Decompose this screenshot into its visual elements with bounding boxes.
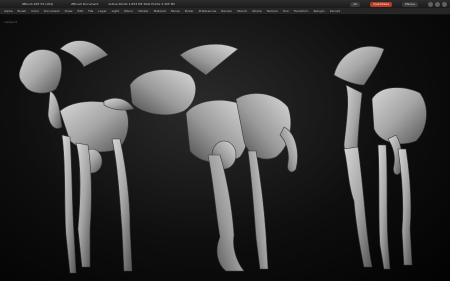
document-title: ZBrush Document [71,2,99,6]
menu-edit[interactable]: Edit [77,9,83,13]
menu-light[interactable]: Light [112,9,120,13]
menu-transform[interactable]: Transform [294,9,309,13]
menu-document[interactable]: Document [44,9,60,13]
sculpt-render [18,40,427,274]
menu-draw[interactable]: Draw [65,9,73,13]
creature-right-view [333,45,427,270]
menu-zscript[interactable]: Zscript [330,9,340,13]
menu-tool[interactable]: Tool [283,9,289,13]
maximize-icon[interactable] [435,1,440,7]
menus-button[interactable]: Menus [402,1,418,7]
menu-stroke[interactable]: Stroke [252,9,262,13]
quicksave-button[interactable]: QuickSave [370,1,393,7]
menu-alpha[interactable]: Alpha [4,9,13,13]
menu-layer[interactable]: Layer [98,9,106,13]
menu-zplugin[interactable]: Zplugin [313,9,324,13]
menu-stencil[interactable]: Stencil [237,9,247,13]
viewport-canvas[interactable]: viewport [0,15,450,281]
points-info: Active Points 1.653 Mil Total Points 3.3… [108,2,176,6]
ac-badge[interactable]: AC [350,1,361,7]
menu-preferences[interactable]: Preferences [199,9,217,13]
menu-marker[interactable]: Marker [138,9,148,13]
menu-movie[interactable]: Movie [171,9,180,13]
menu-material[interactable]: Material [154,9,166,13]
menu-bar: Alpha Brush Color Document Draw Edit Fil… [0,8,450,15]
app-title: ZBrush 4R7 P3 (x64) [22,2,54,6]
creature-left-view [18,40,135,274]
zbrush-window: ZBrush 4R7 P3 (x64) ZBrush Document Acti… [0,0,450,281]
menu-color[interactable]: Color [31,9,39,13]
creature-middle-view [129,43,298,272]
minimize-icon[interactable] [428,1,433,7]
menu-macro[interactable]: Macro [124,9,133,13]
menu-texture[interactable]: Texture [267,9,278,13]
close-icon[interactable] [442,1,447,7]
menu-picker[interactable]: Picker [185,9,194,13]
menu-brush[interactable]: Brush [18,9,27,13]
menu-file[interactable]: File [88,9,93,13]
menu-render[interactable]: Render [221,9,232,13]
